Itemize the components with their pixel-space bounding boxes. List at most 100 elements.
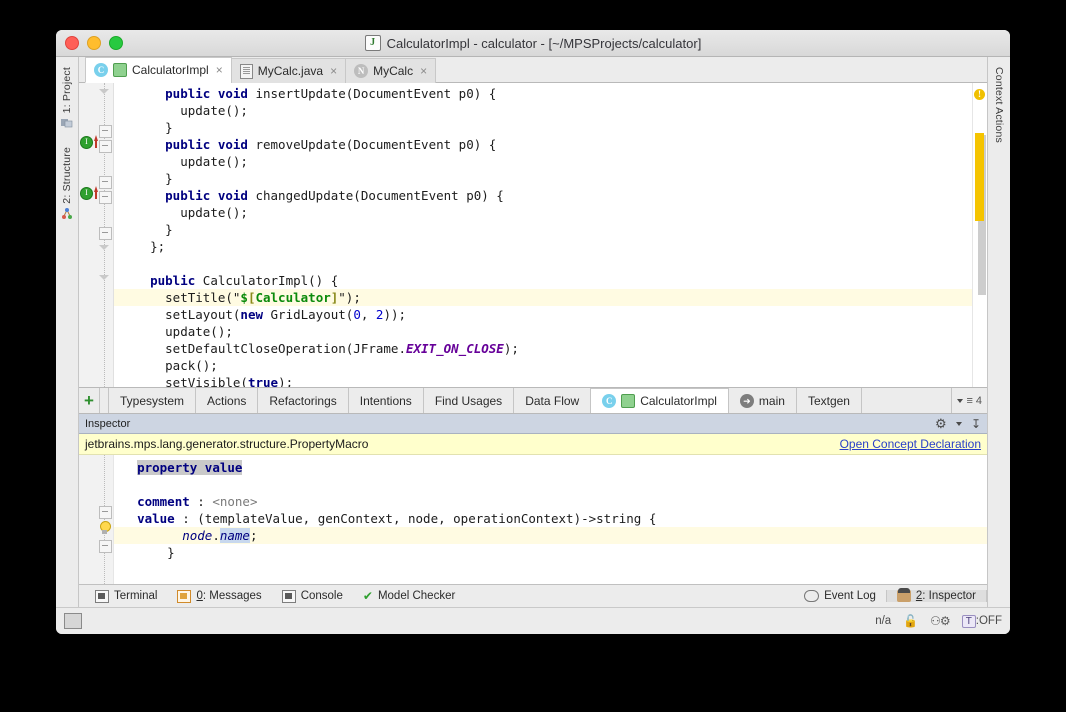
messages-icon	[177, 589, 192, 603]
status-item-label: Event Log	[824, 590, 876, 602]
code-line: }	[114, 170, 972, 187]
code-editor[interactable]: I I public void insertUpdate(DocumentEve…	[79, 83, 987, 387]
inspector-code-lines[interactable]: property value comment : <none> value : …	[114, 455, 987, 584]
tool-tab-label: Typesystem	[120, 393, 185, 408]
code-token: CalculatorImpl() {	[195, 273, 339, 288]
fold-marker-icon[interactable]	[99, 191, 112, 204]
intention-bulb-icon[interactable]	[99, 521, 111, 534]
code-token: new	[240, 307, 263, 322]
fold-marker-icon[interactable]	[99, 227, 112, 240]
code-token: }	[167, 545, 175, 560]
close-tab-icon[interactable]: ×	[420, 64, 427, 78]
code-token: ));	[383, 307, 407, 322]
editor-column: C CalculatorImpl × MyCalc.java × N MyCal…	[79, 57, 987, 607]
code-token: public	[165, 188, 211, 203]
tool-tab-intentions[interactable]: Intentions	[347, 388, 424, 413]
maximize-window-button[interactable]	[109, 36, 123, 50]
warning-badge-icon[interactable]: !	[974, 89, 985, 100]
inspector-header: Inspector ↧	[79, 414, 987, 434]
close-window-button[interactable]	[65, 36, 79, 50]
fold-marker-icon[interactable]	[99, 540, 112, 553]
list-icon: ≡	[966, 394, 973, 407]
code-token: };	[150, 239, 166, 254]
fold-marker-icon[interactable]	[99, 506, 112, 519]
code-line: public void removeUpdate(DocumentEvent p…	[114, 136, 972, 153]
toggle-group[interactable]: T:OFF	[961, 615, 1002, 628]
tool-tab-actions[interactable]: Actions	[195, 388, 259, 413]
override-arrow-icon	[94, 135, 98, 148]
inspector-panel: Inspector ↧ jetbrains.mps.lang.generator…	[79, 414, 987, 584]
code-token: public	[165, 86, 211, 101]
tool-tab-textgen[interactable]: Textgen	[795, 388, 862, 413]
status-item-messages[interactable]: 00: Messages: Messages	[167, 589, 271, 603]
code-token: :	[189, 494, 213, 509]
window-controls[interactable]	[65, 36, 123, 50]
overriding-method-marker[interactable]: I	[80, 135, 98, 149]
tool-tab-refactorings[interactable]: Refactorings	[257, 388, 349, 413]
tool-tab-label: Intentions	[359, 393, 412, 408]
node-grey-icon: N	[354, 64, 369, 78]
add-tool-tab-button[interactable]: +	[79, 388, 99, 413]
plug-icon[interactable]: ⚇⚙	[930, 614, 950, 628]
fold-marker-icon[interactable]	[99, 176, 112, 189]
close-tab-icon[interactable]: ×	[330, 64, 337, 78]
event-log-icon	[804, 590, 820, 602]
status-item-model-checker[interactable]: ✔ Model Checker	[353, 589, 465, 603]
inspector-body[interactable]: property value comment : <none> value : …	[79, 455, 987, 584]
code-token: setDefaultCloseOperation(JFrame.	[165, 341, 406, 356]
status-square-icon[interactable]	[64, 613, 82, 629]
editor-scrollbar-thumb[interactable]	[975, 133, 984, 221]
code-token: update();	[165, 324, 233, 339]
project-label: 1: Project	[61, 67, 73, 114]
tool-tab-find-usages[interactable]: Find Usages	[422, 388, 515, 413]
tool-tab-typesystem[interactable]: Typesystem	[108, 388, 197, 413]
tool-tabs-overflow[interactable]: ≡ 4	[951, 388, 987, 413]
status-item-event-log[interactable]: Event Log	[794, 590, 886, 602]
sidebar-item-context-actions[interactable]: Context Actions	[991, 63, 1007, 147]
fold-arrow-icon[interactable]	[99, 245, 109, 250]
node-icon	[621, 394, 636, 408]
sidebar-item-project[interactable]: 1: Project	[59, 63, 75, 117]
toggle-label: :OFF	[975, 615, 1002, 627]
tool-tab-data-flow[interactable]: Data Flow	[513, 388, 592, 413]
editor-tab-calculatorimpl[interactable]: C CalculatorImpl ×	[85, 57, 232, 83]
status-item-inspector[interactable]: 2: Inspector	[885, 588, 987, 602]
close-tab-icon[interactable]: ×	[216, 63, 223, 77]
open-concept-declaration-link[interactable]: Open Concept Declaration	[840, 437, 981, 451]
code-token: );	[278, 375, 294, 387]
code-token: node	[182, 528, 213, 543]
code-line: public CalculatorImpl() {	[114, 272, 972, 289]
tool-tab-label: Textgen	[807, 393, 850, 408]
gear-icon[interactable]	[935, 418, 947, 430]
fold-marker-icon[interactable]	[99, 125, 112, 138]
editor-gutter[interactable]: I I	[79, 83, 114, 387]
chevron-down-icon[interactable]	[955, 421, 962, 426]
code-line: public void insertUpdate(DocumentEvent p…	[114, 85, 972, 102]
status-item-label: Terminal	[114, 590, 158, 602]
tool-tab-main[interactable]: ➜ main	[727, 388, 797, 413]
code-token: void	[217, 188, 248, 203]
status-item-terminal[interactable]: Terminal	[85, 589, 167, 603]
editor-tab-mycalc[interactable]: N MyCalc ×	[345, 58, 437, 83]
fold-arrow-icon[interactable]	[99, 89, 109, 94]
tool-tab-calculatorimpl[interactable]: C CalculatorImpl	[590, 388, 729, 413]
fold-marker-icon[interactable]	[99, 140, 112, 153]
overflow-count: 4	[975, 394, 982, 407]
hide-panel-icon[interactable]: ↧	[971, 418, 981, 430]
fold-guide-line	[104, 455, 105, 584]
code-lines[interactable]: public void insertUpdate(DocumentEvent p…	[114, 83, 972, 387]
status-item-label: 2: Inspector	[915, 590, 976, 602]
editor-tab-mycalc-java[interactable]: MyCalc.java ×	[230, 58, 347, 83]
code-line: setTitle("$[Calculator]");	[114, 289, 972, 306]
status-bar-right: Event Log 2: Inspector	[794, 588, 987, 602]
code-token: setLayout(	[165, 307, 241, 322]
inspector-gutter[interactable]	[79, 455, 114, 584]
lock-icon[interactable]: 🔓	[903, 614, 918, 628]
overriding-method-marker[interactable]: I	[80, 186, 98, 200]
fold-arrow-icon[interactable]	[99, 275, 109, 280]
editor-marker-bar[interactable]: !	[972, 83, 987, 387]
status-item-console[interactable]: Console	[272, 589, 353, 603]
sidebar-item-structure[interactable]: 2: Structure	[59, 143, 75, 208]
minimize-window-button[interactable]	[87, 36, 101, 50]
code-line: update();	[114, 204, 972, 221]
